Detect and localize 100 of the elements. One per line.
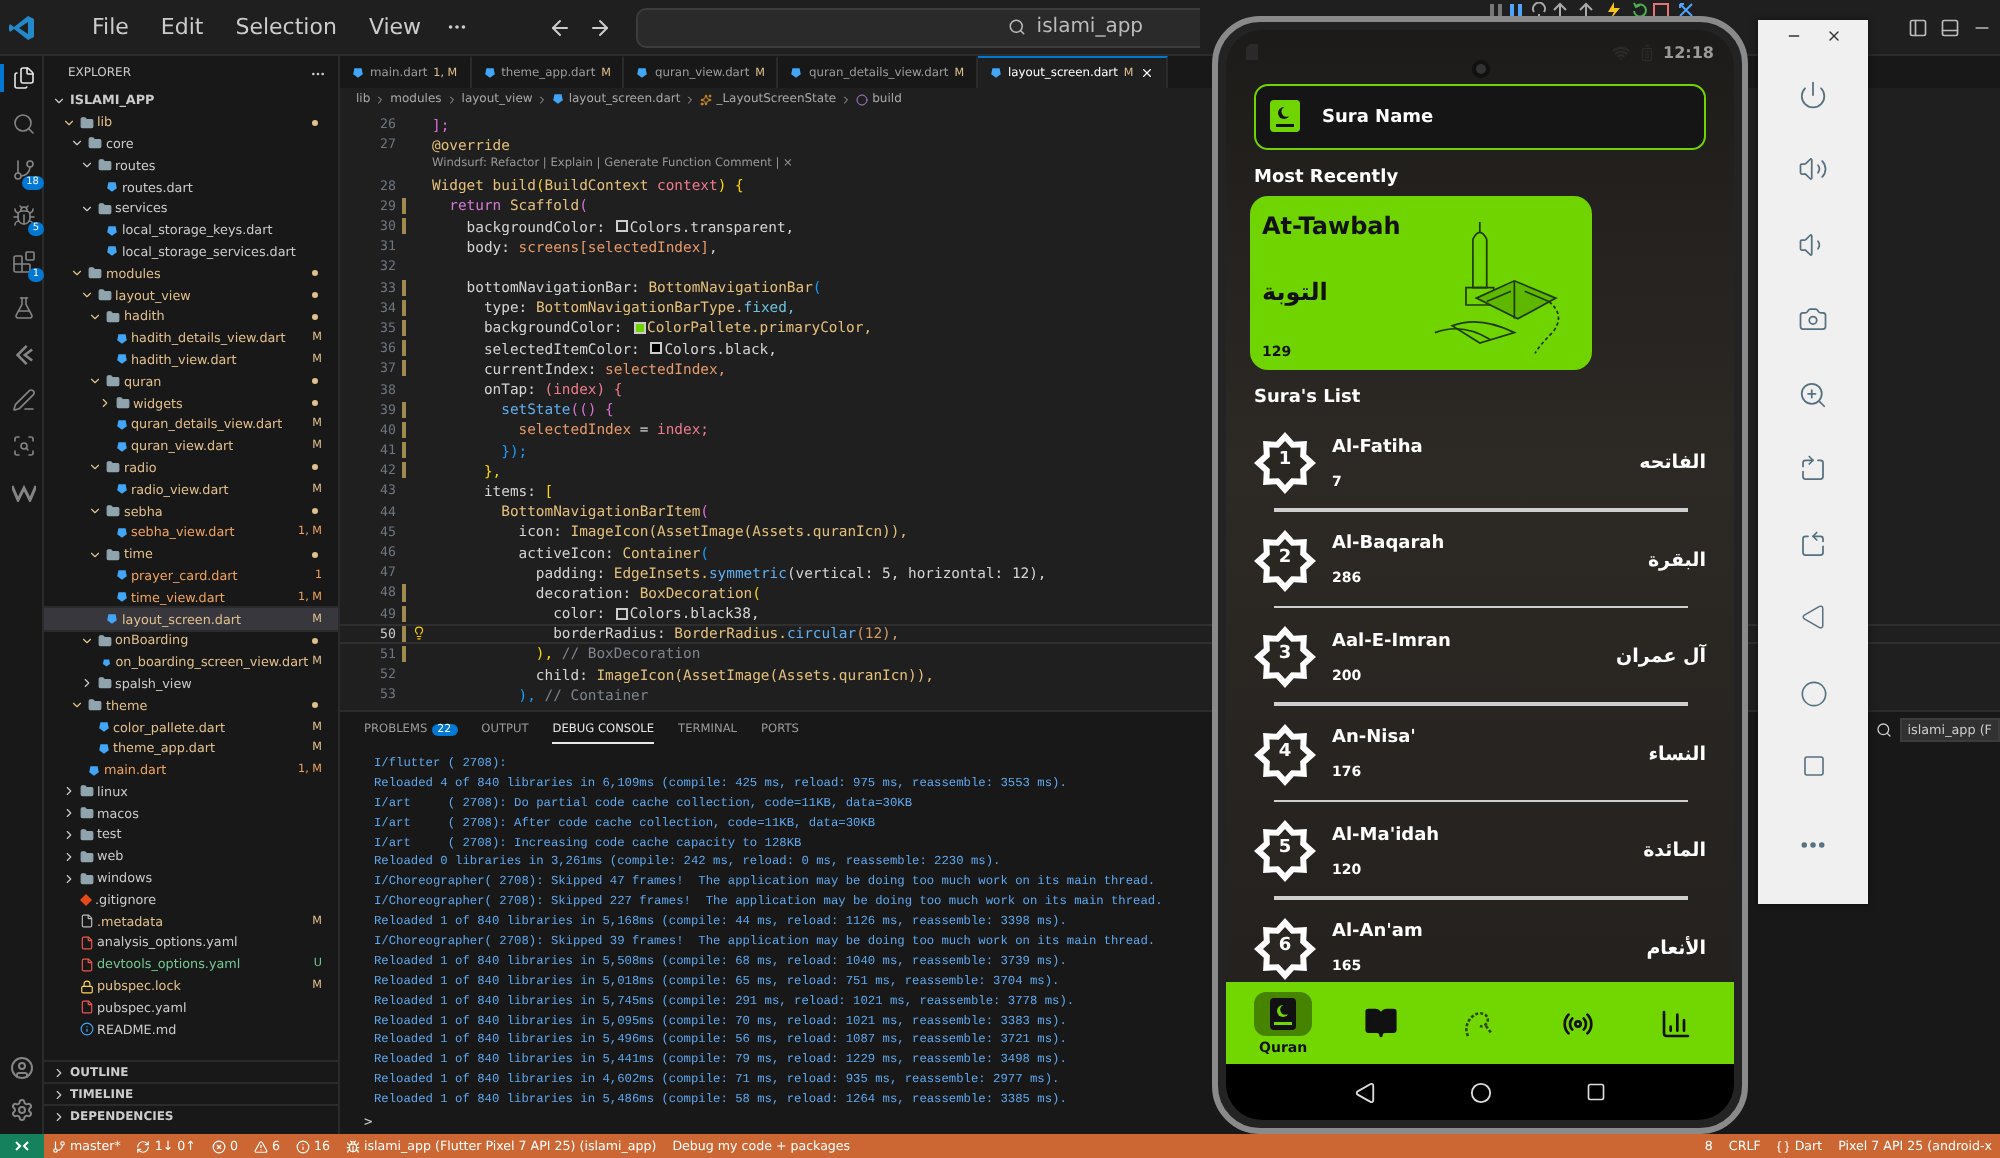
close-icon[interactable] [1825, 28, 1841, 44]
chevron-icon[interactable] [79, 676, 93, 691]
file-icon [79, 914, 93, 929]
volume-up-icon[interactable] [1798, 154, 1828, 185]
folder-icon [88, 266, 102, 281]
dart-file-icon [990, 66, 1003, 80]
folder-icon [88, 136, 102, 151]
chevron-icon[interactable] [70, 136, 84, 151]
chevron-icon[interactable] [88, 309, 102, 324]
chevron-icon[interactable] [79, 158, 93, 173]
power-icon[interactable] [1798, 80, 1828, 110]
sura-arabic-name: المائدة [1643, 840, 1706, 863]
chevron-icon[interactable] [88, 460, 102, 475]
folder-icon [79, 871, 93, 886]
account-icon[interactable] [9, 1056, 33, 1080]
chevron-icon[interactable] [88, 547, 102, 562]
menu-item[interactable]: File [80, 10, 141, 44]
color-swatch-icon[interactable] [650, 342, 663, 355]
lightbulb-icon[interactable] [412, 626, 426, 641]
sura-name: At-Tawbah [1262, 212, 1403, 240]
menu-item[interactable]: Edit [148, 10, 216, 44]
nav-item[interactable] [1254, 991, 1313, 1035]
star-frame-icon [1254, 529, 1316, 592]
bug-icon [11, 204, 35, 228]
info-icon [295, 1139, 310, 1153]
wave-icon [11, 483, 35, 501]
folder-icon [106, 504, 120, 519]
radio-icon [1562, 1007, 1595, 1039]
chevron-icon[interactable] [61, 871, 75, 886]
chevron-icon [684, 93, 697, 105]
chevron-icon [445, 93, 458, 105]
lock-icon [79, 979, 93, 994]
file-icon [79, 1000, 93, 1015]
sync-icon [136, 1139, 151, 1153]
pen-icon [11, 388, 35, 412]
zoom-icon[interactable] [1798, 379, 1828, 410]
chevron-icon[interactable] [52, 93, 66, 108]
sura-name[interactable]: Al-Ma'idah [1332, 825, 1628, 846]
quran-book-icon [1270, 100, 1300, 132]
sura-arabic-name: النساء [1648, 743, 1706, 766]
menu-item[interactable]: Selection [223, 10, 349, 44]
layout-icon[interactable] [1908, 17, 1928, 37]
chevron-icon[interactable] [70, 266, 84, 281]
sura-name[interactable]: Aal-E-Imran [1332, 631, 1601, 652]
folder-icon [79, 827, 93, 842]
folder-icon [79, 784, 93, 799]
search-icon[interactable] [1875, 722, 1892, 738]
sura-number: 3 [1276, 644, 1294, 665]
folder-icon [97, 201, 111, 216]
clock: 12:18 [1663, 43, 1714, 61]
method-icon [856, 93, 869, 105]
sura-number: 1 [1276, 450, 1294, 471]
dart-file-icon [483, 66, 496, 80]
sura-arabic-name: البقرة [1647, 549, 1706, 572]
chevron-icon[interactable] [61, 849, 75, 864]
color-swatch-icon[interactable] [615, 220, 628, 233]
folder-icon [97, 288, 111, 303]
sura-name[interactable]: Al-Baqarah [1332, 534, 1632, 555]
chevron-icon[interactable] [79, 288, 93, 303]
error-icon [211, 1139, 226, 1153]
color-swatch-icon[interactable] [615, 607, 628, 620]
rotate-icon[interactable] [1798, 454, 1828, 485]
menu-item[interactable]: View [356, 10, 434, 44]
folder-icon [97, 676, 111, 691]
source-control-icon [11, 158, 35, 182]
chevron-icon[interactable] [61, 784, 75, 799]
camera-icon[interactable] [1798, 304, 1828, 335]
file-icon [79, 957, 93, 972]
sura-name[interactable]: An-Nisa' [1332, 728, 1633, 749]
rotate-icon[interactable] [1798, 529, 1828, 560]
class-icon [700, 93, 713, 105]
remote-indicator[interactable] [0, 1134, 44, 1158]
chevron-icon[interactable] [88, 504, 102, 519]
chevron-icon[interactable] [88, 374, 102, 389]
dart-file-icon [636, 66, 649, 80]
chevron-icon[interactable] [61, 115, 75, 130]
sura-name[interactable]: Al-An'am [1332, 922, 1631, 943]
chevron-icon[interactable] [70, 698, 84, 713]
dart-file-icon [102, 655, 112, 670]
chevron-icon[interactable] [61, 827, 75, 842]
folder-icon [79, 115, 93, 130]
sura-name[interactable]: Al-Fatiha [1332, 437, 1624, 458]
settings-icon[interactable] [9, 1098, 33, 1122]
dart-file-icon [115, 525, 127, 540]
chevron-icon[interactable] [61, 806, 75, 821]
prayer-beads-icon [1461, 1007, 1498, 1039]
folder-icon [115, 396, 129, 411]
section-title: Most Recently [1254, 168, 1401, 188]
layout-icon[interactable] [1940, 17, 1960, 37]
chevron-icon[interactable] [97, 396, 111, 411]
chevron-icon[interactable] [79, 633, 93, 648]
color-swatch-icon[interactable] [633, 321, 646, 334]
info-icon [79, 1022, 93, 1037]
search-field[interactable]: Sura Name [1254, 84, 1706, 150]
open-book-icon [1364, 1006, 1399, 1040]
sura-arabic-name: الأنعام [1646, 937, 1706, 960]
chevron-icon[interactable] [79, 201, 93, 216]
extensions-icon [11, 250, 35, 274]
command-search-field[interactable]: islami_app [635, 7, 1200, 47]
quran-book-icon [1268, 997, 1299, 1029]
